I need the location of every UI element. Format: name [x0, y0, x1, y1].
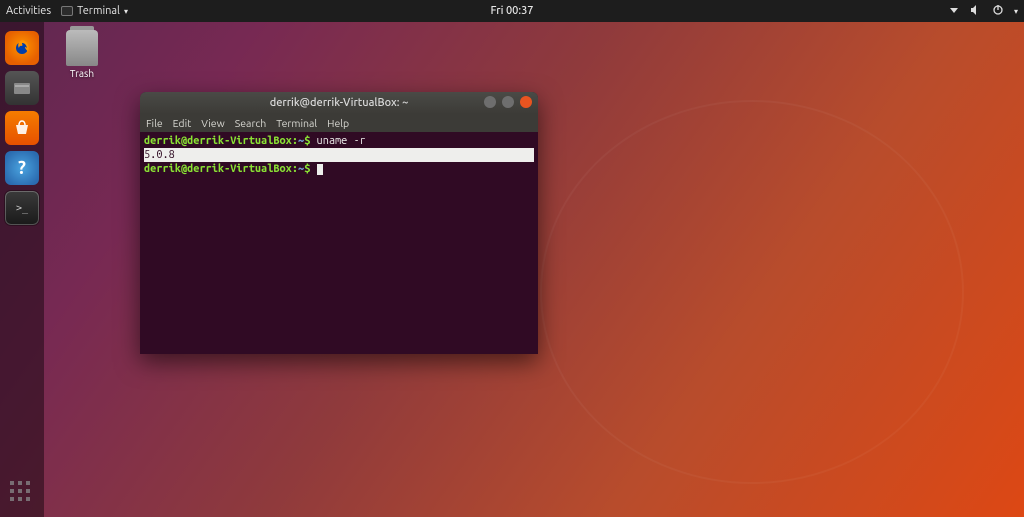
app-menu[interactable]: Terminal ▾ — [61, 5, 128, 17]
menu-help[interactable]: Help — [327, 117, 349, 129]
prompt-user: derrik@derrik-VirtualBox — [144, 135, 292, 147]
dock-item-files[interactable] — [5, 71, 39, 105]
close-button[interactable] — [520, 96, 532, 108]
firefox-icon — [12, 38, 32, 58]
power-icon[interactable] — [992, 4, 1004, 19]
menu-search[interactable]: Search — [235, 117, 267, 129]
window-controls — [484, 96, 532, 108]
dock-item-software[interactable] — [5, 111, 39, 145]
top-panel: Activities Terminal ▾ Fri 00:37 ▾ — [0, 0, 1024, 22]
help-icon: ? — [18, 158, 26, 178]
trash-icon — [66, 30, 98, 66]
dock: ? >_ — [0, 22, 44, 517]
dock-item-terminal[interactable]: >_ — [5, 191, 39, 225]
terminal-line-3: derrik@derrik-VirtualBox:~$ — [144, 162, 534, 176]
dock-item-help[interactable]: ? — [5, 151, 39, 185]
window-titlebar[interactable]: derrik@derrik-VirtualBox: ~ — [140, 92, 538, 114]
menu-file[interactable]: File — [146, 117, 163, 129]
menu-view[interactable]: View — [201, 117, 225, 129]
terminal-command: uname -r — [317, 135, 366, 147]
clock[interactable]: Fri 00:37 — [490, 5, 533, 17]
maximize-button[interactable] — [502, 96, 514, 108]
window-title: derrik@derrik-VirtualBox: ~ — [270, 97, 409, 109]
terminal-line-1: derrik@derrik-VirtualBox:~$ uname -r — [144, 134, 534, 148]
chevron-down-icon: ▾ — [124, 7, 128, 16]
terminal-content[interactable]: derrik@derrik-VirtualBox:~$ uname -r 5.0… — [140, 132, 538, 354]
terminal-icon — [61, 6, 73, 16]
terminal-cursor — [317, 164, 323, 175]
terminal-output-line: 5.0.8 — [144, 148, 534, 162]
terminal-dock-icon: >_ — [16, 203, 28, 214]
files-icon — [13, 80, 31, 96]
app-menu-label: Terminal — [77, 5, 120, 17]
dock-item-firefox[interactable] — [5, 31, 39, 65]
menu-terminal[interactable]: Terminal — [276, 117, 317, 129]
terminal-window: derrik@derrik-VirtualBox: ~ File Edit Vi… — [140, 92, 538, 354]
menu-edit[interactable]: Edit — [173, 117, 192, 129]
desktop-icon-label: Trash — [58, 68, 106, 79]
desktop-icon-trash[interactable]: Trash — [58, 30, 106, 79]
activities-button[interactable]: Activities — [6, 5, 51, 17]
software-icon — [13, 119, 31, 137]
network-icon[interactable] — [948, 4, 960, 19]
prompt-symbol: $ — [304, 163, 310, 175]
prompt-symbol: $ — [304, 135, 310, 147]
minimize-button[interactable] — [484, 96, 496, 108]
terminal-menubar: File Edit View Search Terminal Help — [140, 114, 538, 132]
system-menu-chevron-icon[interactable]: ▾ — [1014, 7, 1018, 16]
prompt-user: derrik@derrik-VirtualBox — [144, 163, 292, 175]
volume-icon[interactable] — [970, 4, 982, 19]
